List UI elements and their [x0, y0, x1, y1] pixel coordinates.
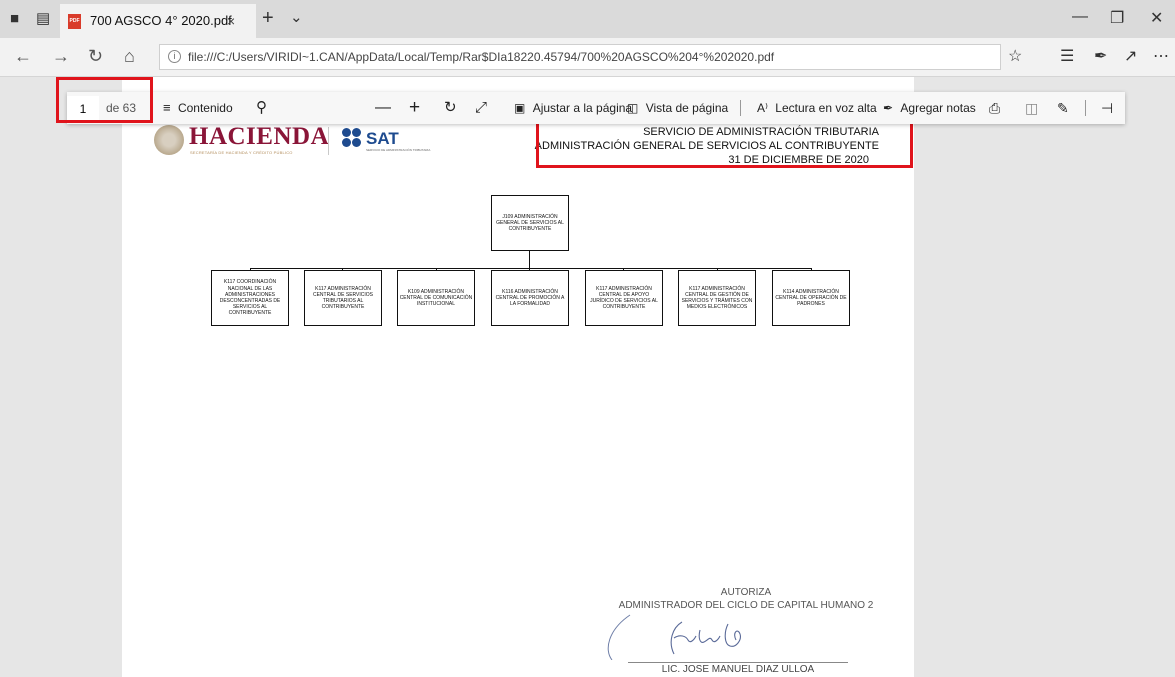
- org-child-box: K117 ADMINISTRACIÓN CENTRAL DE SERVICIOS…: [304, 270, 382, 326]
- add-notes-label: Agregar notas: [900, 101, 976, 115]
- minimize-button[interactable]: —: [1072, 8, 1088, 26]
- sat-dot: [342, 128, 351, 137]
- pen-notes-icon[interactable]: ✒: [1094, 46, 1107, 66]
- tab-strip: ■ ▤ PDF 700 AGSCO 4° 2020.pdf × + ⌄ — ❐ …: [0, 0, 1175, 38]
- zoom-out-button[interactable]: —: [375, 92, 391, 124]
- org-child-text: K117 ADMINISTRACIÓN CENTRAL DE GESTIÓN D…: [681, 285, 753, 311]
- toolbar-separator: [1085, 100, 1086, 116]
- signatory-name: LIC. JOSE MANUEL DIAZ ULLOA: [661, 664, 815, 675]
- page-view-icon: ◫: [627, 101, 639, 115]
- new-tab-button[interactable]: +: [262, 7, 274, 30]
- logo-divider: [328, 127, 329, 155]
- authorization-block: AUTORIZA ADMINISTRADOR DEL CICLO DE CAPI…: [596, 586, 896, 612]
- page-view-label: Vista de página: [645, 101, 729, 115]
- tab-pdf[interactable]: PDF 700 AGSCO 4° 2020.pdf ×: [60, 4, 256, 38]
- favorites-list-icon[interactable]: ☰: [1060, 46, 1074, 66]
- org-root-box: J109 ADMINISTRACIÓN GENERAL DE SERVICIOS…: [491, 195, 569, 251]
- fit-expand-icon[interactable]: ⤢: [475, 92, 487, 124]
- sat-subtitle: SERVICIO DE ADMINISTRACIÓN TRIBUTARIA: [366, 148, 431, 152]
- toolbar-separator: [740, 100, 741, 116]
- address-input[interactable]: i file:///C:/Users/VIRIDI~1.CAN/AppData/…: [159, 44, 1001, 70]
- pen-icon: ✒: [883, 101, 894, 115]
- fit-page-label: Ajustar a la página: [532, 101, 633, 115]
- sat-dot: [352, 138, 361, 147]
- search-icon[interactable]: ⚲: [256, 92, 267, 124]
- org-child-box: K109 ADMINISTRACIÓN CENTRAL DE COMUNICAC…: [397, 270, 475, 326]
- refresh-icon[interactable]: ↻: [88, 46, 103, 66]
- save-icon[interactable]: ◫: [1025, 92, 1038, 124]
- org-child-text: K116 ADMINISTRACIÓN CENTRAL DE PROMOCIÓN…: [495, 288, 565, 308]
- org-child-text: K117 COORDINACIÓN NACIONAL DE LAS ADMINI…: [219, 279, 281, 317]
- list-icon: ≡: [163, 100, 171, 115]
- tab-actions-icon[interactable]: ■: [10, 10, 19, 28]
- share-icon[interactable]: ↗: [1124, 46, 1137, 66]
- print-icon[interactable]: ⎙: [989, 92, 1000, 124]
- pin-toolbar-icon[interactable]: ⊣: [1101, 92, 1113, 124]
- read-aloud-icon: A⁾: [757, 101, 768, 115]
- org-root-text: J109 ADMINISTRACIÓN GENERAL DE SERVICIOS…: [496, 213, 564, 233]
- sat-dot: [342, 138, 351, 147]
- hacienda-logo: HACIENDA SECRETARÍA DE HACIENDA Y CRÉDIT…: [154, 123, 329, 157]
- forward-arrow-icon[interactable]: →: [52, 46, 70, 66]
- org-child-box: K114 ADMINISTRACIÓN CENTRAL DE OPERACIÓN…: [772, 270, 850, 326]
- save-as-icon[interactable]: ✎: [1057, 92, 1069, 124]
- signature-line: [628, 662, 848, 663]
- fit-page-button[interactable]: ▣ Ajustar a la página: [514, 92, 632, 124]
- pdf-toolbar: de 63 ≡ Contenido ⚲ — + ↻ ⤢ ▣ Ajustar a …: [67, 92, 1125, 124]
- contents-button[interactable]: ≡ Contenido: [163, 92, 233, 124]
- org-child-box: K116 ADMINISTRACIÓN CENTRAL DE PROMOCIÓN…: [491, 270, 569, 326]
- home-icon[interactable]: ⌂: [124, 46, 135, 66]
- chevron-down-icon[interactable]: ⌄: [290, 8, 303, 26]
- org-child-text: K109 ADMINISTRACIÓN CENTRAL DE COMUNICAC…: [399, 288, 473, 308]
- org-child-box: K117 ADMINISTRACIÓN CENTRAL DE APOYO JUR…: [585, 270, 663, 326]
- read-aloud-label: Lectura en voz alta: [775, 101, 877, 115]
- sat-wordmark: SAT: [366, 129, 399, 148]
- handwritten-signature: [607, 614, 741, 660]
- set-aside-tabs-icon[interactable]: ▤: [36, 10, 50, 28]
- org-connector: [250, 268, 812, 269]
- rotate-icon[interactable]: ↻: [444, 92, 457, 124]
- back-arrow-icon[interactable]: ←: [14, 46, 32, 66]
- page-number-highlight-box: [56, 77, 153, 123]
- hacienda-subtitle: SECRETARÍA DE HACIENDA Y CRÉDITO PÚBLICO: [190, 150, 293, 155]
- zoom-in-button[interactable]: +: [409, 92, 420, 124]
- sat-dot: [352, 128, 361, 137]
- restore-button[interactable]: ❐: [1110, 8, 1124, 28]
- org-child-text: K117 ADMINISTRACIÓN CENTRAL DE APOYO JUR…: [590, 285, 658, 311]
- close-window-button[interactable]: ✕: [1150, 8, 1163, 28]
- read-aloud-button[interactable]: A⁾ Lectura en voz alta: [757, 92, 877, 124]
- tab-title: 700 AGSCO 4° 2020.pdf: [90, 13, 232, 28]
- org-child-text: K114 ADMINISTRACIÓN CENTRAL DE OPERACIÓN…: [775, 288, 847, 308]
- mexico-seal-icon: [154, 125, 184, 155]
- pdf-file-icon: PDF: [68, 14, 81, 29]
- info-icon[interactable]: i: [168, 50, 181, 63]
- address-bar-row: ← → ↻ ⌂ i file:///C:/Users/VIRIDI~1.CAN/…: [0, 38, 1175, 77]
- more-options-icon[interactable]: ⋯: [1153, 46, 1169, 66]
- tab-close-button[interactable]: ×: [227, 4, 235, 38]
- add-notes-button[interactable]: ✒ Agregar notas: [883, 92, 976, 124]
- org-connector: [529, 251, 530, 268]
- org-child-text: K117 ADMINISTRACIÓN CENTRAL DE SERVICIOS…: [312, 285, 373, 311]
- hacienda-wordmark: HACIENDA: [189, 123, 330, 150]
- contents-label: Contenido: [177, 101, 233, 115]
- org-child-box: K117 COORDINACIÓN NACIONAL DE LAS ADMINI…: [211, 270, 289, 326]
- fit-page-icon: ▣: [514, 101, 526, 115]
- address-url: file:///C:/Users/VIRIDI~1.CAN/AppData/Lo…: [188, 50, 775, 64]
- authorize-label: AUTORIZA: [720, 587, 772, 598]
- favorite-star-icon[interactable]: ☆: [1008, 46, 1022, 66]
- org-child-box: K117 ADMINISTRACIÓN CENTRAL DE GESTIÓN D…: [678, 270, 756, 326]
- page-view-button[interactable]: ◫ Vista de página: [627, 92, 728, 124]
- sat-logo: SAT SERVICIO DE ADMINISTRACIÓN TRIBUTARI…: [342, 127, 462, 155]
